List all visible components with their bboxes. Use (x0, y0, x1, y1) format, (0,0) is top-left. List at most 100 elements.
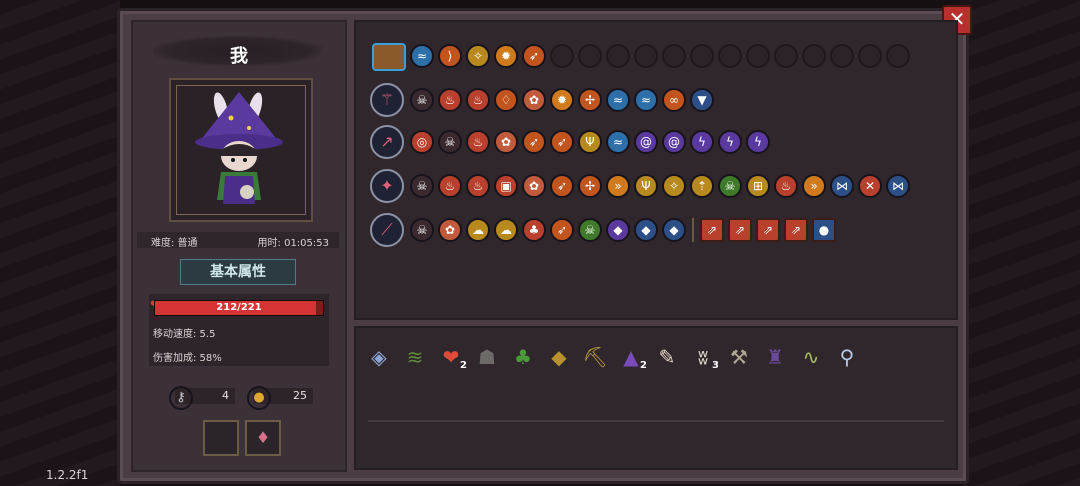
crystal-icon[interactable]: ◆ (634, 218, 658, 242)
fire-icon[interactable]: ♨ (466, 88, 490, 112)
feather-icon[interactable]: ✧ (662, 174, 686, 198)
butterfly-icon[interactable]: ⋈ (830, 174, 854, 198)
wave-icon[interactable]: ≈ (606, 88, 630, 112)
empty-slot[interactable] (606, 44, 630, 68)
empty-slot[interactable] (830, 44, 854, 68)
wave-icon[interactable]: ≈ (606, 130, 630, 154)
arrow-icon[interactable]: ➶ (550, 218, 574, 242)
fire-icon[interactable]: ♨ (774, 174, 798, 198)
coin-count: 25 (293, 389, 307, 402)
triad-icon[interactable]: ✢ (578, 174, 602, 198)
feather-quill-icon[interactable]: ✎ (654, 344, 680, 370)
background-left (0, 0, 120, 486)
fire-icon[interactable]: ♨ (466, 174, 490, 198)
fire-icon[interactable]: ♨ (438, 174, 462, 198)
empty-slot[interactable] (662, 44, 686, 68)
crystal-icon[interactable]: ◆ (662, 218, 686, 242)
box-icon[interactable]: ▣ (494, 174, 518, 198)
up-icon[interactable]: ⇡ (690, 174, 714, 198)
arrow-icon[interactable]: ➶ (522, 130, 546, 154)
tombstone-icon[interactable]: ☗ (474, 344, 500, 370)
empty-slot[interactable] (578, 44, 602, 68)
vortex-icon[interactable]: @ (662, 130, 686, 154)
shuriken-icon[interactable]: ✦ (370, 169, 404, 203)
boomerang-icon[interactable]: ≋ (402, 344, 428, 370)
pickaxe-icon[interactable]: ⛏ (582, 344, 608, 370)
cloud-icon[interactable]: ☁ (466, 218, 490, 242)
vortex-icon[interactable]: @ (634, 130, 658, 154)
rock-icon[interactable]: ● (812, 218, 836, 242)
fork-icon[interactable]: Ψ (578, 130, 602, 154)
wand-icon[interactable]: ⟋ (370, 213, 404, 247)
arrows-icon[interactable]: ⇗ (784, 218, 808, 242)
flower-icon[interactable]: ✿ (522, 88, 546, 112)
worm-icon[interactable]: ∿ (798, 344, 824, 370)
swirl-icon[interactable]: ∞ (662, 88, 686, 112)
cloud-icon[interactable]: ☁ (494, 218, 518, 242)
skull-icon[interactable]: ☠ (438, 130, 462, 154)
arrows-icon[interactable]: ⇗ (756, 218, 780, 242)
cherry-icon[interactable]: ♣ (522, 218, 546, 242)
chevron-icon[interactable]: » (606, 174, 630, 198)
empty-slot[interactable] (718, 44, 742, 68)
flower-icon[interactable]: ✿ (494, 130, 518, 154)
bolt-icon[interactable]: ϟ (718, 130, 742, 154)
skull-green-icon[interactable]: ☠ (718, 174, 742, 198)
chevron-icon[interactable]: » (802, 174, 826, 198)
crystal-icon[interactable]: ◆ (606, 218, 630, 242)
sun-icon[interactable]: ✹ (550, 88, 574, 112)
cross-icon[interactable]: ✕ (858, 174, 882, 198)
empty-slot[interactable] (690, 44, 714, 68)
arrows-icon[interactable]: ⇗ (728, 218, 752, 242)
wave-icon[interactable]: ≈ (634, 88, 658, 112)
map-icon[interactable]: ◆ (546, 344, 572, 370)
fire-icon[interactable]: ♨ (438, 88, 462, 112)
arrow-icon[interactable]: ➶ (522, 44, 546, 68)
fire-icon[interactable]: ♨ (466, 130, 490, 154)
empty-slot[interactable] (886, 44, 910, 68)
spear-icon[interactable]: ↗ (370, 125, 404, 159)
potion-slot[interactable]: ♦ (245, 420, 281, 456)
empty-slot[interactable] (550, 44, 574, 68)
empty-slot[interactable] (802, 44, 826, 68)
flower-icon[interactable]: ✿ (438, 218, 462, 242)
empty-slot[interactable] (634, 44, 658, 68)
cloak-icon[interactable]: ♜ (762, 344, 788, 370)
arrows-icon[interactable]: ⇗ (700, 218, 724, 242)
chest-icon[interactable] (372, 43, 406, 71)
attributes-title: 基本属性 (180, 259, 296, 285)
shield-icon[interactable]: ▼ (690, 88, 714, 112)
sun-icon[interactable]: ✹ (494, 44, 518, 68)
feather-icon[interactable]: ✧ (466, 44, 490, 68)
skull-green-icon[interactable]: ☠ (578, 218, 602, 242)
skull-icon[interactable]: ☠ (410, 174, 434, 198)
empty-slot[interactable] (774, 44, 798, 68)
plant-icon[interactable]: ♣ (510, 344, 536, 370)
target-icon[interactable]: ◎ (410, 130, 434, 154)
bow-icon[interactable]: ⟩ (438, 44, 462, 68)
staff-icon[interactable]: ⚚ (370, 83, 404, 117)
arrow-icon[interactable]: ➶ (550, 130, 574, 154)
skull-icon[interactable]: ☠ (410, 218, 434, 242)
triad-icon[interactable]: ✢ (578, 88, 602, 112)
drill-icon[interactable]: ⚒ (726, 344, 752, 370)
empty-slot[interactable] (746, 44, 770, 68)
flower-icon[interactable]: ✿ (522, 174, 546, 198)
hp-bar: 212/221 (154, 300, 324, 316)
mirror-icon[interactable]: ◈ (366, 344, 392, 370)
item-count: 2 (460, 360, 467, 371)
arrow-icon[interactable]: ➶ (550, 174, 574, 198)
butterfly-icon[interactable]: ⋈ (886, 174, 910, 198)
flame-icon[interactable]: ♢ (494, 88, 518, 112)
bolt-icon[interactable]: ϟ (746, 130, 770, 154)
empty-item-slot[interactable] (203, 420, 239, 456)
player-name: 我 (230, 46, 248, 67)
bolt-icon[interactable]: ϟ (690, 130, 714, 154)
wave-icon[interactable]: ≈ (410, 44, 434, 68)
skull-icon[interactable]: ☠ (410, 88, 434, 112)
empty-slot[interactable] (858, 44, 882, 68)
grid-icon[interactable]: ⊞ (746, 174, 770, 198)
magnifier-icon[interactable]: ⚲ (834, 344, 860, 370)
key-counter: ⚷ 4 (169, 386, 235, 410)
fork-icon[interactable]: Ψ (634, 174, 658, 198)
